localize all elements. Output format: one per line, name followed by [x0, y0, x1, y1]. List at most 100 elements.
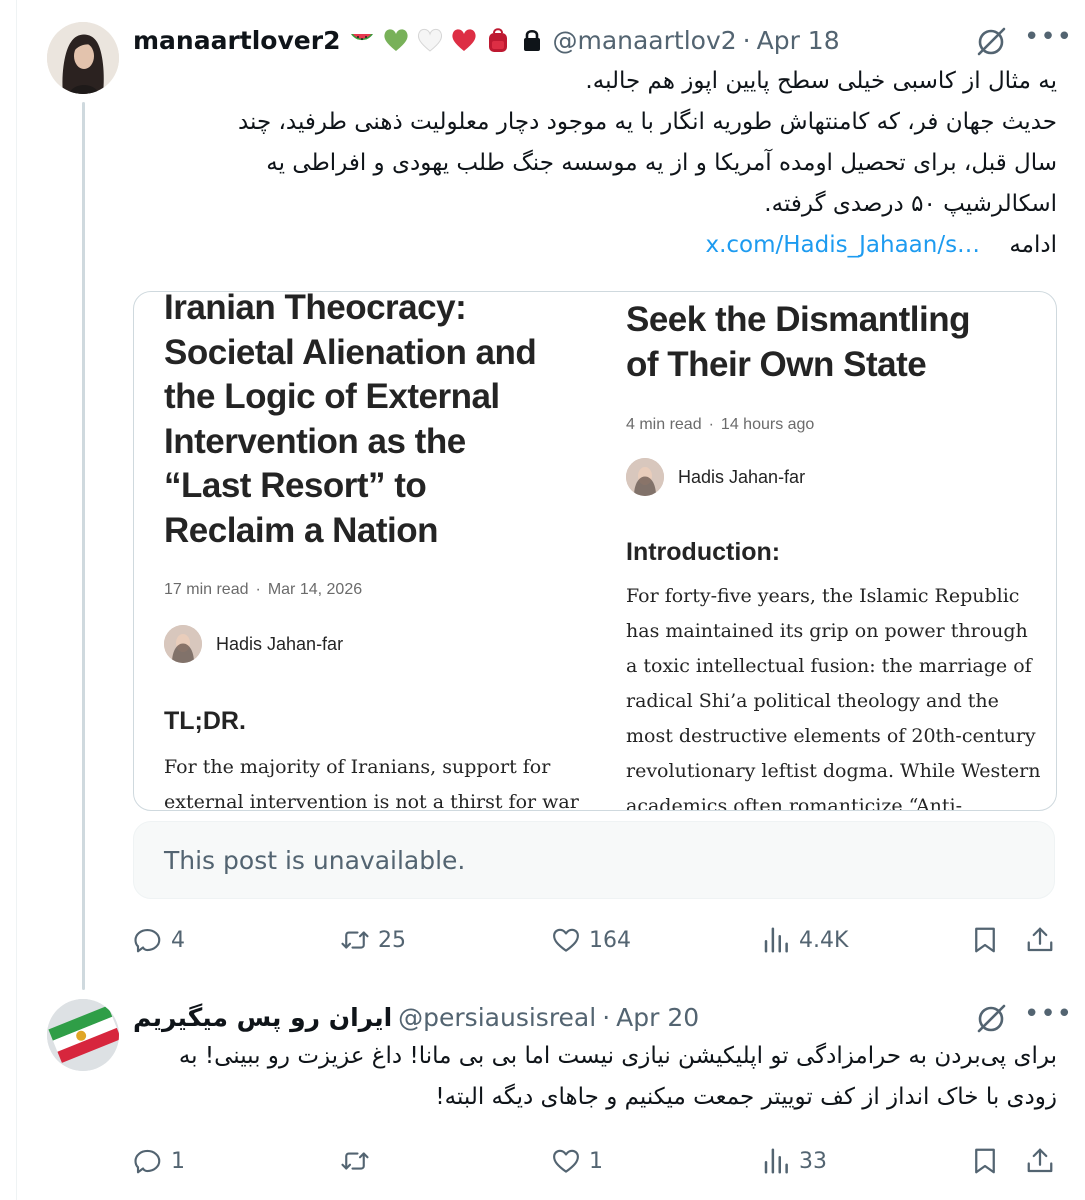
- reply-icon: [134, 1149, 161, 1174]
- quoted-post-unavailable: This post is unavailable.: [133, 821, 1055, 899]
- article-body-line: external intervention is not a thirst fo…: [164, 791, 579, 811]
- handle[interactable]: @persiausisreal: [398, 1003, 596, 1032]
- article-body-line: has maintained its grip on power through: [626, 620, 1028, 642]
- article-title: Seek the Dismantling of Their Own State: [626, 298, 1046, 387]
- views-button[interactable]: 4.4K: [761, 920, 848, 960]
- article-title: Iranian Theocracy: Societal Alienation a…: [164, 291, 594, 553]
- article-title-line: Iranian Theocracy:: [164, 291, 467, 327]
- repost-count: 25: [378, 927, 406, 953]
- tweet-header: ایران رو پس میگیریم @persiausisreal · Ap…: [133, 997, 699, 1037]
- article-title-line: Intervention as the: [164, 421, 466, 461]
- article-body-line: For forty-five years, the Islamic Republ…: [626, 585, 1020, 607]
- article-meta: 4 min read · 14 hours ago: [626, 416, 1046, 434]
- tweet-text: برای پی‌بردن به حرامزادگی تو اپلیکیشن نی…: [117, 1036, 1057, 1118]
- views-icon: [764, 927, 788, 953]
- like-count: 1: [589, 1148, 603, 1174]
- repost-icon: [341, 931, 369, 949]
- views-count: 33: [799, 1148, 827, 1174]
- white-heart-icon: [418, 28, 443, 52]
- action-bar: 4 25 164 4.4K: [133, 920, 1055, 960]
- timestamp[interactable]: Apr 18: [757, 26, 840, 55]
- share-button[interactable]: [1025, 920, 1055, 960]
- like-count: 164: [589, 927, 631, 953]
- article-title-line: Reclaim a Nation: [164, 510, 439, 550]
- author-avatar: [626, 458, 664, 496]
- timeline-border: [16, 0, 17, 1200]
- reply-icon: [134, 928, 161, 953]
- backpack-icon: [489, 28, 508, 52]
- author-avatar: [164, 625, 202, 663]
- lock-icon: [524, 29, 541, 51]
- more-icon[interactable]: •••: [1024, 22, 1073, 52]
- like-button[interactable]: 164: [551, 920, 631, 960]
- article-body-line: revolutionary leftist dogma. While Weste…: [626, 760, 1041, 782]
- repost-icon: [341, 1152, 369, 1170]
- tweet-header: manaartlover2 @manaartlov2 · Apr 18: [133, 20, 840, 60]
- share-icon: [1027, 1148, 1053, 1173]
- more-icon[interactable]: •••: [1024, 999, 1073, 1029]
- display-name[interactable]: ایران رو پس میگیریم: [133, 1003, 392, 1032]
- tweet-link-line: ادامه x.com/Hadis_Jahaan/s…: [137, 225, 1057, 266]
- name-emojis: [348, 26, 546, 54]
- grok-icon[interactable]: [973, 1000, 1009, 1036]
- tweet-text-line: سال قبل، برای تحصیل اومده آمریکا و از یه…: [266, 150, 1057, 176]
- reply-count: 1: [171, 1148, 185, 1174]
- article-body-line: For the majority of Iranians, support fo…: [164, 756, 551, 778]
- thread-connector-line: [82, 102, 85, 990]
- read-time: 17 min read: [164, 581, 249, 598]
- tweet-text-line: برای پی‌بردن به حرامزادگی تو اپلیکیشن نی…: [178, 1043, 1057, 1069]
- article-date: Mar 14, 2026: [267, 581, 363, 598]
- article-body-line: radical Shi’a political theology and the: [626, 690, 999, 712]
- article-left: Iranian Theocracy: Societal Alienation a…: [164, 291, 594, 811]
- article-right: Seek the Dismantling of Their Own State …: [626, 292, 1046, 811]
- tweet-text-line: زودی با خاک انداز از کف توییتر جمعت میکن…: [435, 1084, 1057, 1110]
- article-body: For forty-five years, the Islamic Republ…: [626, 579, 1046, 811]
- timestamp[interactable]: Apr 20: [616, 1003, 699, 1032]
- avatar[interactable]: [47, 999, 119, 1071]
- like-button[interactable]: 1: [551, 1141, 603, 1181]
- handle[interactable]: @manaartlov2: [552, 26, 736, 55]
- article-title-line: “Last Resort” to: [164, 466, 427, 505]
- red-heart-icon: [452, 29, 477, 51]
- article-body-line: academics often romanticize “Anti-: [626, 795, 963, 811]
- grok-icon[interactable]: [973, 23, 1009, 59]
- share-button[interactable]: [1025, 1141, 1055, 1181]
- repost-button[interactable]: [340, 1141, 378, 1181]
- article-meta: 17 min read · Mar 14, 2026: [164, 581, 594, 599]
- article-section-heading: TL;DR.: [164, 707, 246, 735]
- views-count: 4.4K: [799, 927, 849, 953]
- tweet-text: یه مثال از کاسبی خیلی سطح پایین اپوز هم …: [137, 61, 1057, 266]
- reply-button[interactable]: 4: [133, 920, 185, 960]
- separator-dot: ·: [742, 25, 751, 55]
- tweet-text-line: اسکالرشیپ ۵۰ درصدی گرفته.: [764, 191, 1057, 217]
- bookmark-button[interactable]: [970, 1141, 1000, 1181]
- bookmark-icon: [975, 1148, 995, 1174]
- display-name[interactable]: manaartlover2: [133, 26, 340, 55]
- article-title-line: Seek the Dismantling: [626, 300, 970, 339]
- article-date: 14 hours ago: [720, 416, 815, 433]
- meta-dot: ·: [708, 416, 714, 433]
- tweet-link[interactable]: x.com/Hadis_Jahaan/s…: [705, 232, 980, 258]
- bookmark-button[interactable]: [970, 920, 1000, 960]
- more-label: ادامه: [1009, 232, 1057, 258]
- article-title-line: the Logic of External: [164, 377, 500, 416]
- reply-button[interactable]: 1: [133, 1141, 185, 1181]
- author-name: Hadis Jahan-far: [216, 633, 344, 654]
- watermelon-icon: [351, 34, 374, 41]
- views-icon: [764, 1148, 788, 1174]
- share-icon: [1027, 927, 1053, 952]
- article-body-line: most destructive elements of 20th-centur…: [626, 725, 1036, 747]
- article-author: Hadis Jahan-far: [626, 458, 1046, 496]
- article-body-line: a toxic intellectual fusion: the marriag…: [626, 655, 1032, 677]
- read-time: 4 min read: [626, 416, 702, 433]
- author-name: Hadis Jahan-far: [678, 466, 806, 487]
- repost-button[interactable]: 25: [340, 920, 406, 960]
- avatar[interactable]: [47, 22, 119, 94]
- green-heart-icon: [384, 29, 409, 51]
- media-image[interactable]: Iranian Theocracy: Societal Alienation a…: [133, 291, 1057, 811]
- article-title-line: Societal Alienation and: [164, 332, 537, 372]
- action-bar: 1 1 33: [133, 1141, 1055, 1181]
- article-author: Hadis Jahan-far: [164, 625, 594, 663]
- like-icon: [553, 1149, 579, 1173]
- views-button[interactable]: 33: [761, 1141, 827, 1181]
